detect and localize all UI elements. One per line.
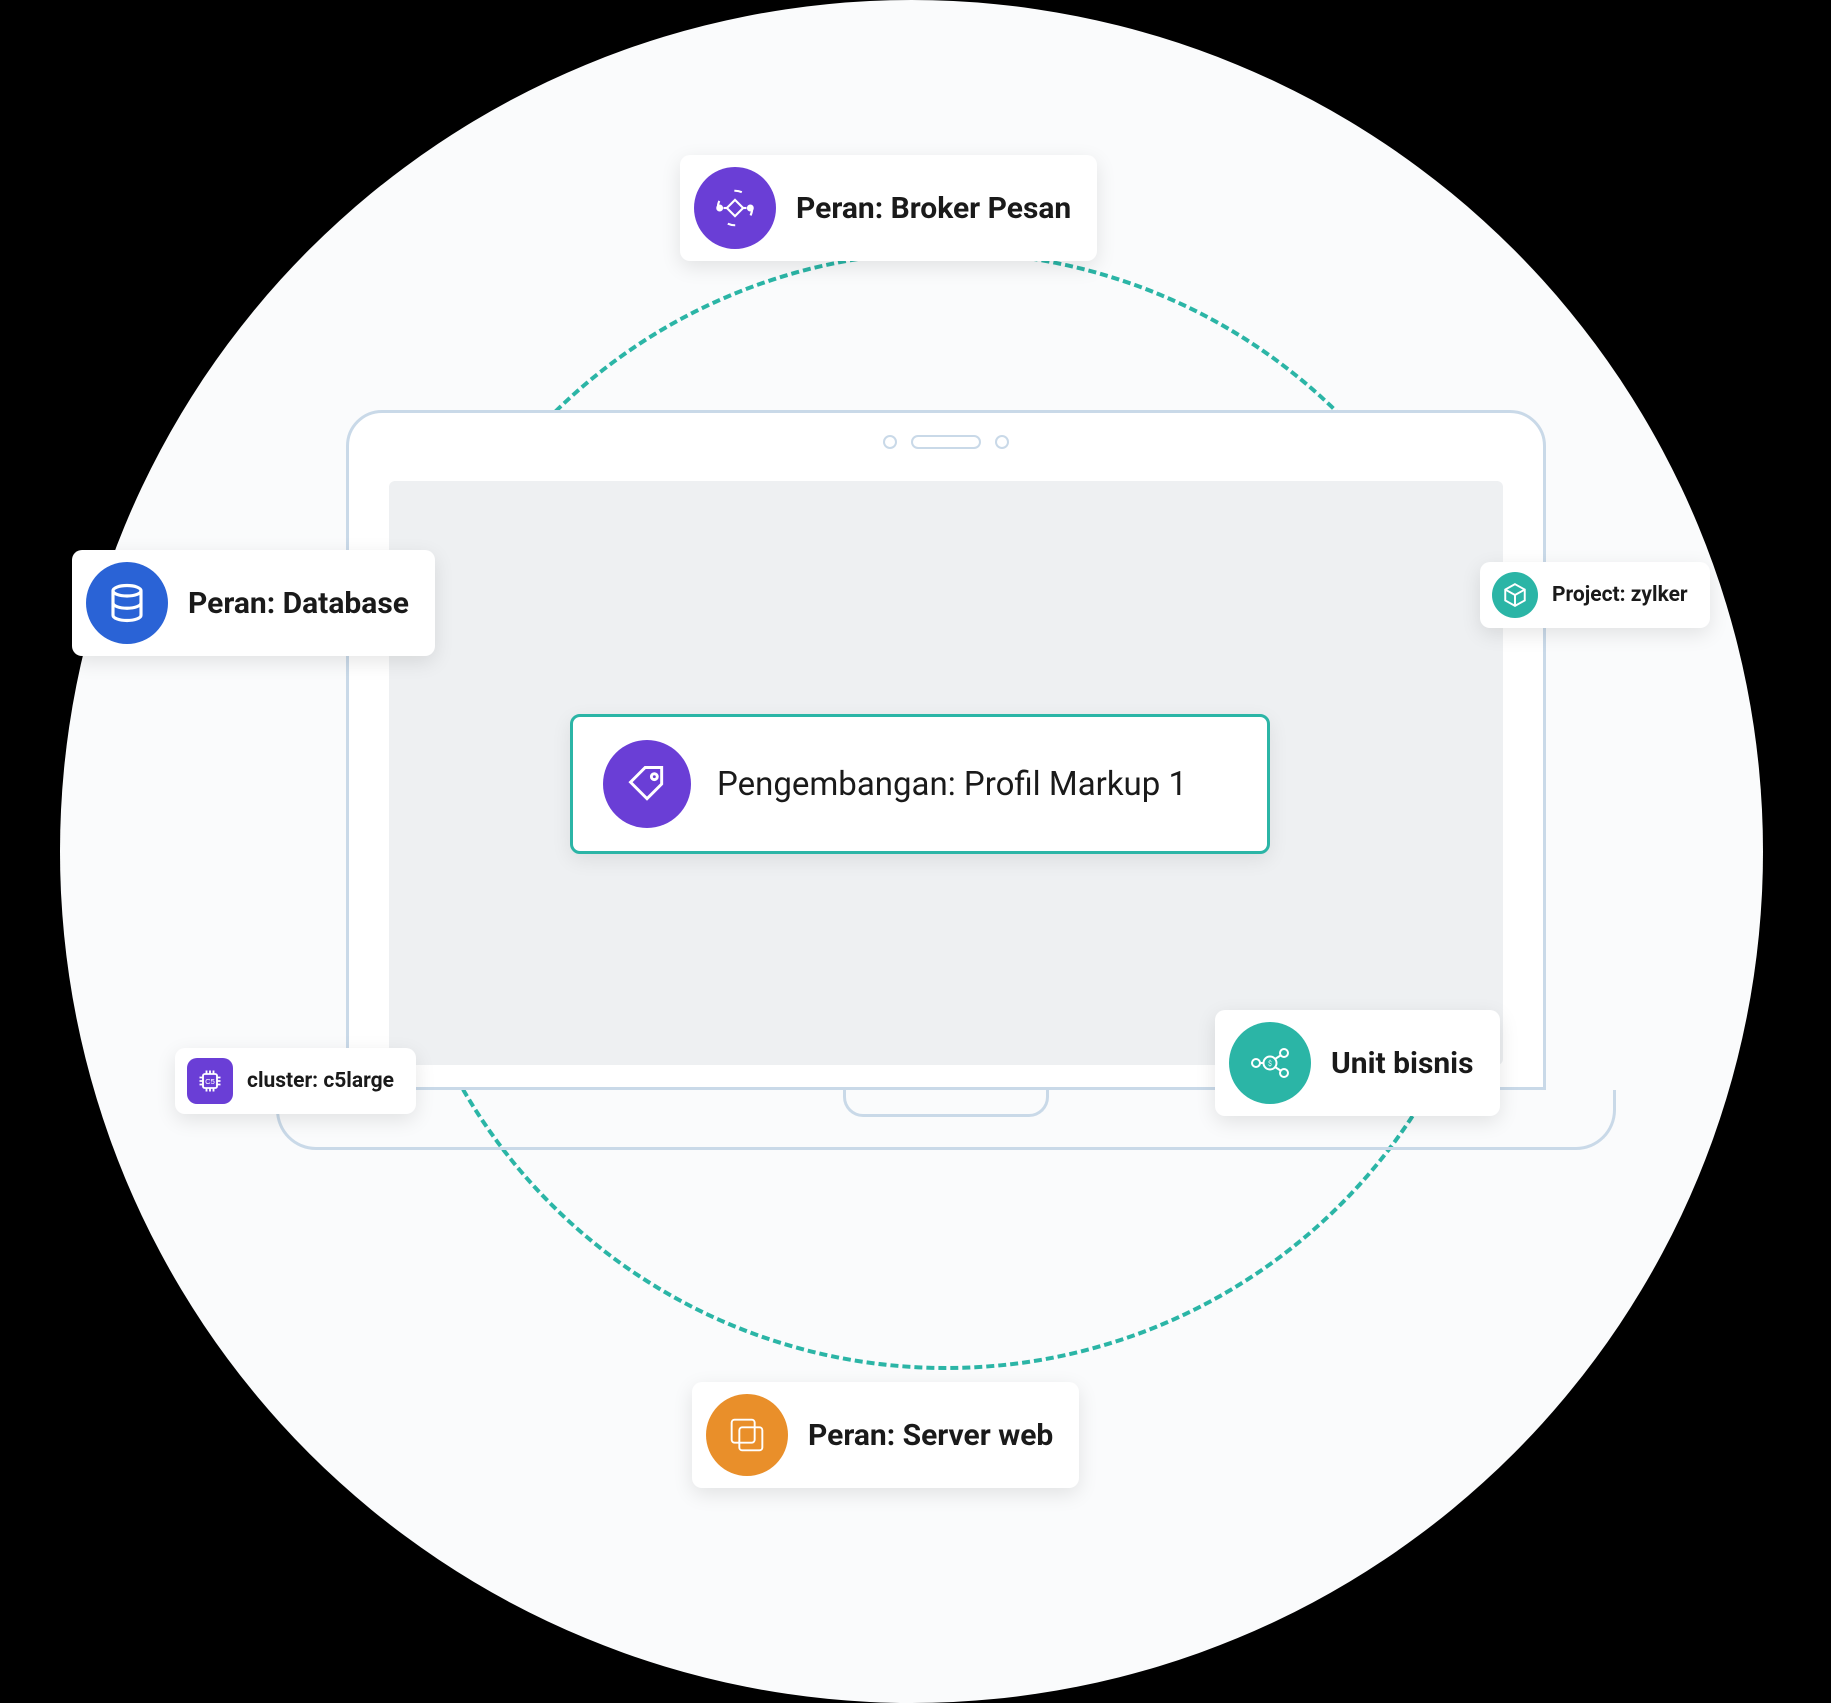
card-cluster-label: cluster: c5large	[247, 1069, 394, 1093]
center-profile-card: Pengembangan: Profil Markup 1	[570, 714, 1270, 854]
card-cluster: C5 cluster: c5large	[175, 1048, 416, 1114]
svg-text:$: $	[1268, 1060, 1272, 1068]
broker-icon	[694, 167, 776, 249]
chip-icon: C5	[187, 1058, 233, 1104]
database-icon	[86, 562, 168, 644]
center-profile-label: Pengembangan: Profil Markup 1	[717, 765, 1187, 804]
tag-icon	[603, 740, 691, 828]
card-server-label: Peran: Server web	[808, 1418, 1053, 1453]
cube-icon	[1492, 572, 1538, 618]
card-database: Peran: Database	[72, 550, 435, 656]
server-icon	[706, 1394, 788, 1476]
card-project-label: Project: zylker	[1552, 583, 1688, 607]
svg-text:C5: C5	[205, 1077, 215, 1086]
card-broker-label: Peran: Broker Pesan	[796, 191, 1071, 226]
business-icon: $	[1229, 1022, 1311, 1104]
card-database-label: Peran: Database	[188, 586, 409, 621]
card-broker: Peran: Broker Pesan	[680, 155, 1097, 261]
card-project: Project: zylker	[1480, 562, 1710, 628]
laptop-camera	[883, 435, 1009, 449]
card-business-label: Unit bisnis	[1331, 1046, 1474, 1081]
card-business: $ Unit bisnis	[1215, 1010, 1500, 1116]
card-server: Peran: Server web	[692, 1382, 1079, 1488]
